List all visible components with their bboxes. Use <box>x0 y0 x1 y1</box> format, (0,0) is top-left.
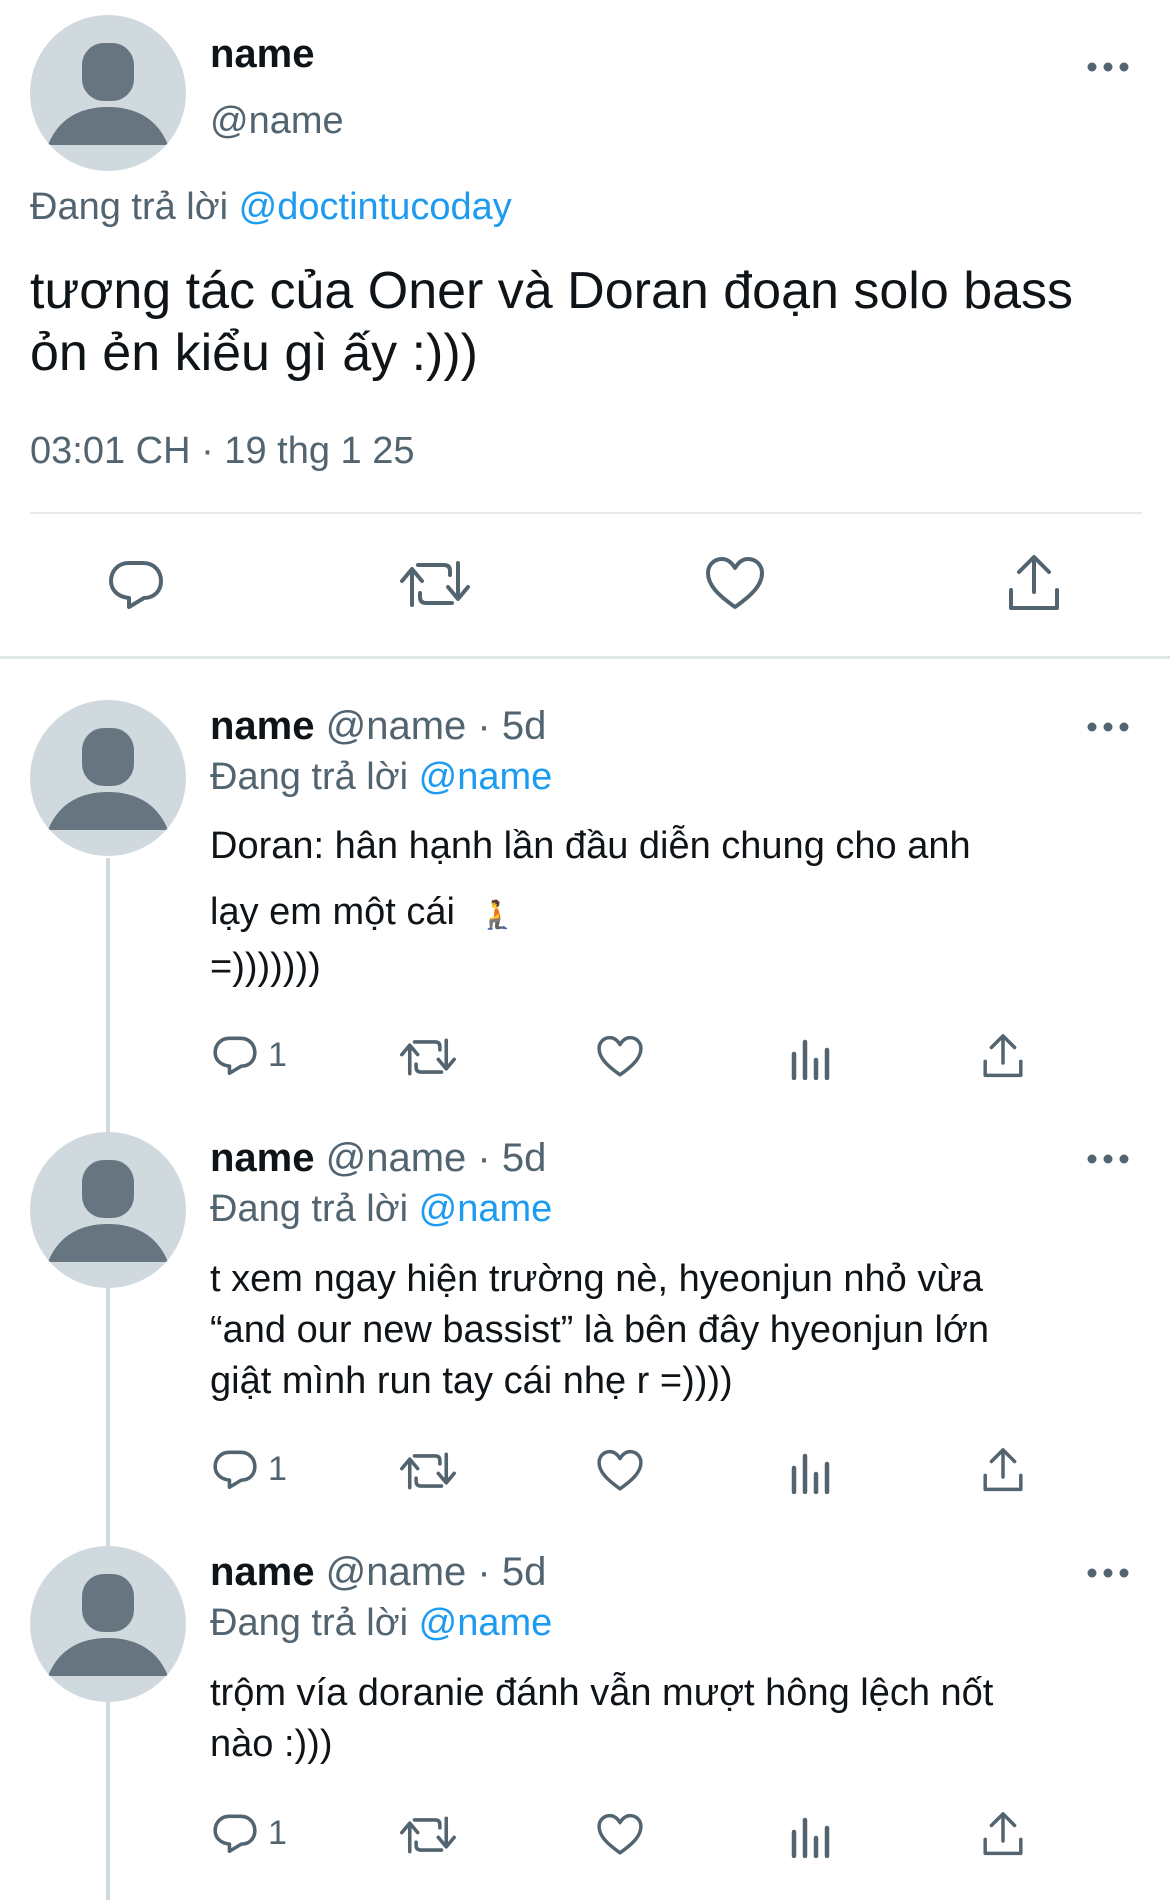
divider <box>30 512 1142 514</box>
tweet-text-line: tương tác của Oner và Doran đoạn solo ba… <box>30 262 1074 320</box>
share-icon[interactable] <box>1005 552 1063 614</box>
reply-count: 1 <box>268 1035 287 1074</box>
tweet-time[interactable]: · 5d <box>477 1136 546 1180</box>
more-icon[interactable] <box>1084 1558 1132 1588</box>
kneeling-person-emoji: 🧎 <box>479 899 515 930</box>
author-name[interactable]: name <box>210 704 315 748</box>
replying-to: Đang trả lời @name <box>210 1188 552 1231</box>
like-icon[interactable] <box>596 1812 644 1858</box>
more-icon[interactable] <box>1084 712 1132 742</box>
default-avatar-icon <box>48 1160 168 1262</box>
section-divider <box>0 656 1170 659</box>
avatar[interactable] <box>30 15 186 171</box>
author-handle[interactable]: @name <box>326 1550 467 1594</box>
reply-count: 1 <box>268 1449 287 1488</box>
author-handle[interactable]: @name <box>326 1136 467 1180</box>
replying-to-link[interactable]: @name <box>419 1188 553 1230</box>
replying-to: Đang trả lời @name <box>210 1602 552 1645</box>
tweet-text-segment: lạy em một cái <box>210 891 455 933</box>
avatar[interactable] <box>30 700 186 856</box>
reply-icon <box>213 1450 257 1490</box>
reply-icon <box>213 1814 257 1854</box>
author-handle[interactable]: @name <box>210 100 344 143</box>
replying-prefix: Đang trả lời <box>210 1188 409 1230</box>
replying-prefix: Đang trả lời <box>210 756 409 798</box>
more-icon[interactable] <box>1084 52 1132 82</box>
tweet-time[interactable]: · 5d <box>477 1550 546 1594</box>
author-handle[interactable]: @name <box>326 704 467 748</box>
share-icon[interactable] <box>980 1446 1026 1494</box>
author-name[interactable]: name <box>210 1136 315 1180</box>
reply-button[interactable]: 1 <box>212 1810 287 1856</box>
like-icon[interactable] <box>704 555 766 613</box>
reply-header: name @name · 5d <box>210 1136 546 1181</box>
replying-to-link[interactable]: @name <box>419 756 553 798</box>
share-icon[interactable] <box>980 1810 1026 1858</box>
reply-count: 1 <box>268 1813 287 1852</box>
default-avatar-icon <box>48 728 168 830</box>
reply-button[interactable]: 1 <box>212 1032 287 1078</box>
tweet-text-line: giật mình run tay cái nhẹ r =)))) <box>210 1360 733 1402</box>
retweet-icon[interactable] <box>400 1034 456 1080</box>
avatar[interactable] <box>30 1546 186 1702</box>
author-name[interactable]: name <box>210 1550 315 1594</box>
more-icon[interactable] <box>1084 1144 1132 1174</box>
like-icon[interactable] <box>596 1034 644 1080</box>
reply-icon <box>213 1036 257 1076</box>
replying-to: Đang trả lời @name <box>210 756 552 799</box>
default-avatar-icon <box>48 1574 168 1676</box>
tweet-text: Doran: hân hạnh lần đầu diễn chung cho a… <box>210 820 1140 993</box>
tweet-text-line: Doran: hân hạnh lần đầu diễn chung cho a… <box>210 825 971 867</box>
reply-header: name @name · 5d <box>210 1550 546 1595</box>
retweet-icon[interactable] <box>400 1448 456 1494</box>
tweet-text-line: lạy em một cái 🧎 <box>210 886 1140 941</box>
tweet-timestamp[interactable]: 03:01 CH · 19 thg 1 25 <box>30 430 414 473</box>
tweet-text: tương tác của Oner và Doran đoạn solo ba… <box>30 260 1170 384</box>
tweet-text: trộm vía doranie đánh vẫn mượt hông lệch… <box>210 1668 1150 1770</box>
replying-to-link[interactable]: @name <box>419 1602 553 1644</box>
retweet-icon[interactable] <box>400 555 470 613</box>
author-name[interactable]: name <box>210 32 315 77</box>
tweet-text-line: =))))))) <box>210 946 321 988</box>
reply-button[interactable]: 1 <box>212 1446 287 1492</box>
tweet-text-line: t xem ngay hiện trường nè, hyeonjun nhỏ … <box>210 1258 983 1300</box>
tweet-time[interactable]: · 5d <box>477 704 546 748</box>
avatar[interactable] <box>30 1132 186 1288</box>
reply-header: name @name · 5d <box>210 704 546 749</box>
views-icon[interactable] <box>790 1812 834 1858</box>
replying-to: Đang trả lời @doctintucoday <box>30 186 512 229</box>
tweet-text-line: nào :))) <box>210 1723 333 1765</box>
retweet-icon[interactable] <box>400 1812 456 1858</box>
replying-prefix: Đang trả lời <box>30 186 229 228</box>
replying-to-link[interactable]: @doctintucoday <box>239 186 512 228</box>
views-icon[interactable] <box>790 1448 834 1494</box>
tweet-text-line: ỏn ẻn kiểu gì ấy :))) <box>30 324 478 382</box>
views-icon[interactable] <box>790 1034 834 1080</box>
share-icon[interactable] <box>980 1032 1026 1080</box>
tweet-text: t xem ngay hiện trường nè, hyeonjun nhỏ … <box>210 1254 1150 1407</box>
replying-prefix: Đang trả lời <box>210 1602 409 1644</box>
like-icon[interactable] <box>596 1448 644 1494</box>
thread-line <box>106 858 110 1900</box>
tweet-text-line: “and our new bassist” là bên đây hyeonju… <box>210 1309 990 1351</box>
tweet-text-line: trộm vía doranie đánh vẫn mượt hông lệch… <box>210 1672 994 1714</box>
reply-icon[interactable] <box>107 555 165 613</box>
default-avatar-icon <box>48 43 168 145</box>
